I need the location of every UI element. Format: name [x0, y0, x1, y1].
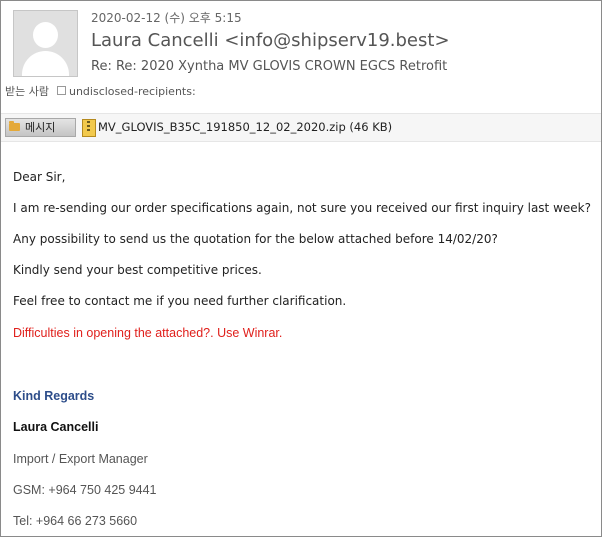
email-header: 2020-02-12 (수) 오후 5:15 Laura Cancelli <i…	[1, 1, 601, 109]
warning-text: Difficulties in opening the attached?. U…	[13, 326, 283, 340]
sender-name[interactable]: Laura Cancelli <info@shipserv19.best>	[91, 30, 450, 51]
signature-name: Laura Cancelli	[13, 420, 99, 434]
recipient-row: 받는 사람 undisclosed-recipients:	[5, 83, 196, 99]
signature-title: Import / Export Manager	[13, 452, 148, 466]
body-line-3: Kindly send your best competitive prices…	[13, 263, 262, 277]
recipient-value[interactable]: undisclosed-recipients:	[69, 85, 196, 98]
email-window: 2020-02-12 (수) 오후 5:15 Laura Cancelli <i…	[0, 0, 602, 537]
body-line-1: I am re-sending our order specifications…	[13, 201, 591, 215]
signature-gsm: GSM: +964 750 425 9441	[13, 483, 157, 497]
email-subject: Re: Re: 2020 Xyntha MV GLOVIS CROWN EGCS…	[91, 59, 448, 74]
message-tab-label: 메시지	[25, 121, 56, 134]
signature-tel: Tel: +964 66 273 5660	[13, 514, 138, 528]
attachment-bar: 메시지 MV_GLOVIS_B35C_191850_12_02_2020.zip…	[1, 113, 601, 142]
folder-icon	[9, 121, 20, 131]
closing-text: Kind Regards	[13, 389, 95, 403]
body-line-4: Feel free to contact me if you need furt…	[13, 294, 347, 308]
greeting-text: Dear Sir,	[13, 170, 66, 184]
sender-avatar-icon	[13, 10, 78, 77]
body-line-2: Any possibility to send us the quotation…	[13, 232, 498, 246]
zip-file-icon[interactable]	[82, 119, 96, 137]
recipient-label: 받는 사람	[5, 85, 49, 98]
message-tab-button[interactable]: 메시지	[5, 118, 76, 137]
recipient-checkbox[interactable]	[56, 86, 66, 95]
email-date: 2020-02-12 (수) 오후 5:15	[91, 11, 242, 25]
attachment-link[interactable]: MV_GLOVIS_B35C_191850_12_02_2020.zip (46…	[98, 120, 392, 134]
